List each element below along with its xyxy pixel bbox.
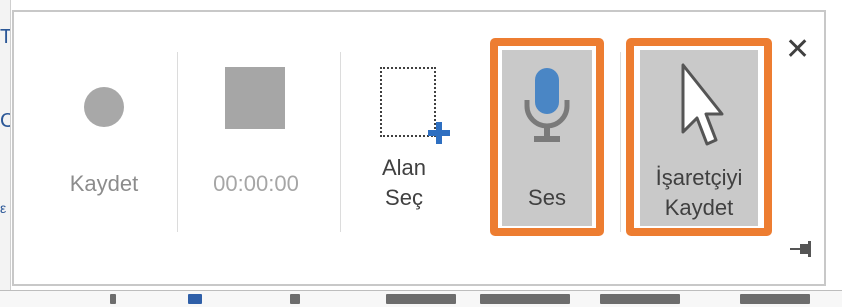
stop-square-icon xyxy=(225,67,285,129)
background-char: ε xyxy=(0,200,7,216)
select-area-label-line2: Seç xyxy=(385,185,423,210)
audio-highlight-frame xyxy=(490,38,604,236)
timer-label: 00:00:00 xyxy=(213,171,299,196)
screen-recording-toolbar: Kaydet 00:00:00 Alan Seç Ses İşaretçiyi … xyxy=(12,10,826,286)
stop-button[interactable]: 00:00:00 xyxy=(180,12,336,272)
record-pointer-highlight-frame xyxy=(626,38,772,236)
record-pointer-button[interactable]: İşaretçiyi Kaydet xyxy=(626,38,772,236)
background-app-bottom xyxy=(0,290,842,307)
separator xyxy=(340,52,341,232)
plus-icon xyxy=(428,122,450,144)
background-char: C xyxy=(0,110,10,132)
audio-button[interactable]: Ses xyxy=(490,38,604,236)
select-area-button[interactable]: Alan Seç xyxy=(344,12,464,272)
record-button[interactable]: Kaydet xyxy=(14,12,178,272)
record-dot-icon xyxy=(84,87,124,127)
close-icon[interactable]: ✕ xyxy=(785,35,810,65)
separator xyxy=(177,52,178,232)
separator xyxy=(620,52,621,232)
select-area-label-line1: Alan xyxy=(381,155,427,180)
record-label: Kaydet xyxy=(69,171,139,196)
background-app-edge: T C ε xyxy=(0,0,11,306)
pin-icon[interactable] xyxy=(790,240,812,258)
background-char: T xyxy=(0,26,10,48)
